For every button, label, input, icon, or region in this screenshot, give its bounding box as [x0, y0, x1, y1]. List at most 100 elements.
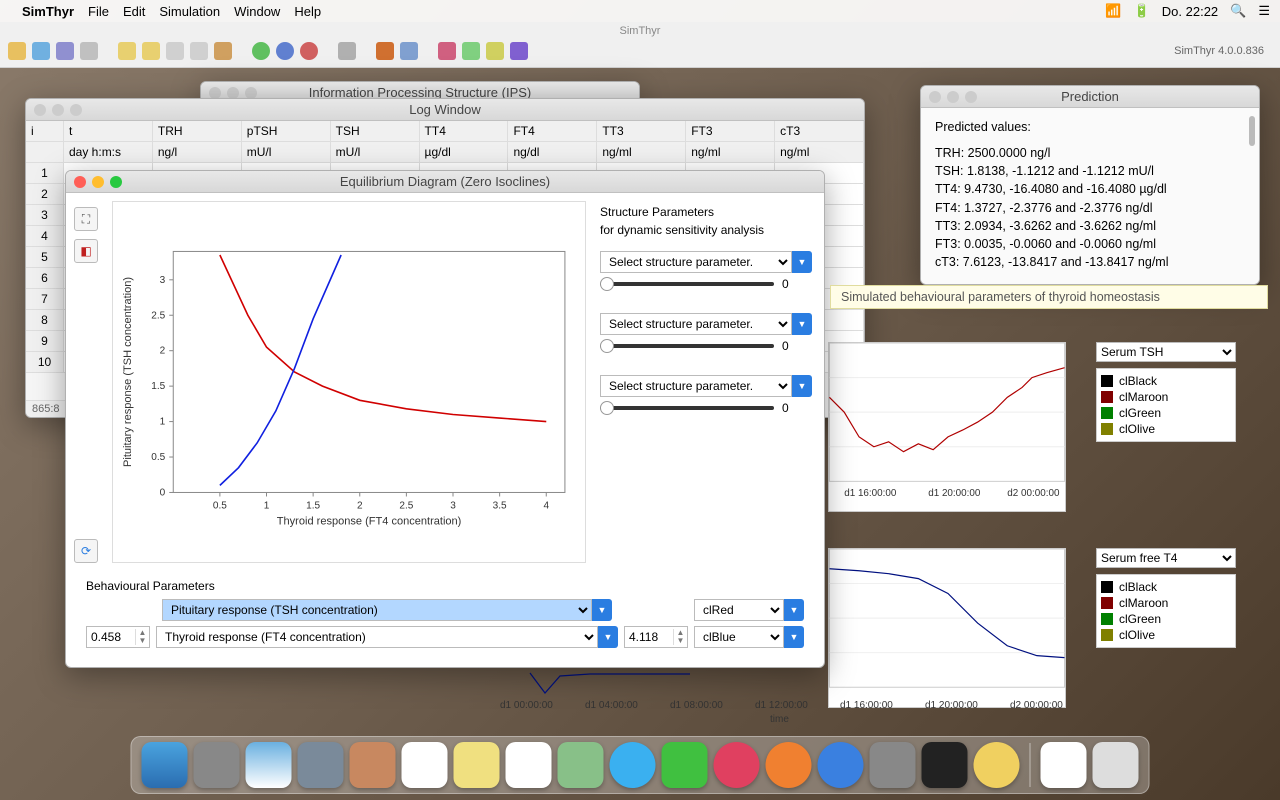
struct-param-3-select[interactable]: Select structure parameter. [600, 375, 792, 397]
struct-param-3-slider[interactable] [600, 406, 774, 410]
struct-param-1-slider[interactable] [600, 282, 774, 286]
notification-center-icon[interactable]: ☰ [1258, 3, 1270, 19]
col-tsh[interactable]: TSH [331, 121, 420, 142]
tool-stop-icon[interactable] [300, 42, 318, 60]
list-item[interactable]: clMaroon [1101, 595, 1231, 611]
struct-param-1-select[interactable]: Select structure parameter. [600, 251, 792, 273]
app-menu[interactable]: SimThyr [22, 4, 74, 19]
struct-param-2-slider[interactable] [600, 344, 774, 348]
list-item[interactable]: clGreen [1101, 611, 1231, 627]
x-max-stepper[interactable]: ▲▼ [624, 626, 688, 648]
tool-copy-icon[interactable] [190, 42, 208, 60]
x-color-select[interactable]: clBlue [694, 626, 784, 648]
table-row[interactable]: 4 [26, 226, 64, 247]
menu-edit[interactable]: Edit [123, 4, 145, 19]
dock-maps[interactable] [558, 742, 604, 788]
chevron-down-icon[interactable]: ▼ [784, 599, 804, 621]
table-row[interactable]: 3 [26, 205, 64, 226]
col-i[interactable]: i [26, 121, 64, 142]
dock-simthyr[interactable] [974, 742, 1020, 788]
dock-preview[interactable] [298, 742, 344, 788]
struct-param-2-select[interactable]: Select structure parameter. [600, 313, 792, 335]
dock-reminders[interactable] [506, 742, 552, 788]
tool-open-icon[interactable] [32, 42, 50, 60]
close-icon[interactable] [74, 176, 86, 188]
dock-notes[interactable] [454, 742, 500, 788]
chevron-down-icon[interactable]: ▼ [792, 251, 812, 273]
table-row[interactable]: 10 [26, 352, 64, 373]
dock-appstore[interactable] [818, 742, 864, 788]
dock-launchpad[interactable] [194, 742, 240, 788]
col-t[interactable]: t [64, 121, 153, 142]
tool-chart2-icon[interactable] [462, 42, 480, 60]
chevron-down-icon[interactable]: ▼ [592, 599, 612, 621]
tool-pause-icon[interactable] [276, 42, 294, 60]
spotlight-icon[interactable]: 🔍 [1230, 3, 1246, 19]
prediction-window[interactable]: Prediction Predicted values: TRH: 2500.0… [920, 85, 1260, 285]
col-ft3[interactable]: FT3 [686, 121, 775, 142]
table-row[interactable]: 6 [26, 268, 64, 289]
dock-messages[interactable] [610, 742, 656, 788]
legend-toggle-icon[interactable]: ◧ [74, 239, 98, 263]
refresh-icon[interactable]: ⟳ [74, 539, 98, 563]
dock-safari[interactable] [246, 742, 292, 788]
dock-terminal[interactable] [922, 742, 968, 788]
tool-chart4-icon[interactable] [510, 42, 528, 60]
dock-downloads[interactable] [1041, 742, 1087, 788]
tool-new-icon[interactable] [8, 42, 26, 60]
x-min-stepper[interactable]: ▲▼ [86, 626, 150, 648]
col-trh[interactable]: TRH [153, 121, 242, 142]
table-row[interactable]: 9 [26, 331, 64, 352]
series-select-ft4[interactable]: Serum free T4 [1096, 548, 1236, 568]
list-item[interactable]: clBlack [1101, 373, 1231, 389]
col-ft4[interactable]: FT4 [508, 121, 597, 142]
chevron-down-icon[interactable]: ▼ [784, 626, 804, 648]
y-color-select[interactable]: clRed [694, 599, 784, 621]
tool-prefs-icon[interactable] [338, 42, 356, 60]
tool-cut-icon[interactable] [166, 42, 184, 60]
dock-ibooks[interactable] [766, 742, 812, 788]
tool-undo-icon[interactable] [118, 42, 136, 60]
dock-sysprefs[interactable] [870, 742, 916, 788]
dock-trash[interactable] [1093, 742, 1139, 788]
col-tt4[interactable]: TT4 [420, 121, 509, 142]
wifi-icon[interactable]: 📶 [1105, 3, 1121, 19]
menu-window[interactable]: Window [234, 4, 280, 19]
dock-facetime[interactable] [662, 742, 708, 788]
scrollbar-thumb[interactable] [1249, 116, 1255, 146]
menu-file[interactable]: File [88, 4, 109, 19]
col-ct3[interactable]: cT3 [775, 121, 864, 142]
menubar-clock[interactable]: Do. 22:22 [1162, 4, 1218, 19]
menu-help[interactable]: Help [294, 4, 321, 19]
series-select-tsh[interactable]: Serum TSH [1096, 342, 1236, 362]
dock-contacts[interactable] [350, 742, 396, 788]
dock-finder[interactable] [142, 742, 188, 788]
zoom-icon[interactable] [110, 176, 122, 188]
y-axis-select[interactable]: Pituitary response (TSH concentration) [162, 599, 592, 621]
tool-chart1-icon[interactable] [438, 42, 456, 60]
list-item[interactable]: clBlack [1101, 579, 1231, 595]
list-item[interactable]: clOlive [1101, 627, 1231, 643]
equilibrium-window[interactable]: Equilibrium Diagram (Zero Isoclines) ⛶ ◧… [65, 170, 825, 668]
dock-calendar[interactable] [402, 742, 448, 788]
chevron-down-icon[interactable]: ▼ [792, 313, 812, 335]
tool-save-icon[interactable] [56, 42, 74, 60]
list-item[interactable]: clMaroon [1101, 389, 1231, 405]
tool-play-icon[interactable] [252, 42, 270, 60]
chevron-down-icon[interactable]: ▼ [598, 626, 618, 648]
minimize-icon[interactable] [92, 176, 104, 188]
table-row[interactable]: 5 [26, 247, 64, 268]
list-item[interactable]: clOlive [1101, 421, 1231, 437]
table-row[interactable]: 7 [26, 289, 64, 310]
dock-itunes[interactable] [714, 742, 760, 788]
menu-simulation[interactable]: Simulation [159, 4, 220, 19]
tool-ips-icon[interactable] [400, 42, 418, 60]
tool-paste-icon[interactable] [214, 42, 232, 60]
list-item[interactable]: clGreen [1101, 405, 1231, 421]
tool-target-icon[interactable] [376, 42, 394, 60]
tool-redo-icon[interactable] [142, 42, 160, 60]
chevron-down-icon[interactable]: ▼ [792, 375, 812, 397]
table-row[interactable]: 2 [26, 184, 64, 205]
battery-icon[interactable]: 🔋 [1134, 3, 1150, 19]
tool-chart3-icon[interactable] [486, 42, 504, 60]
